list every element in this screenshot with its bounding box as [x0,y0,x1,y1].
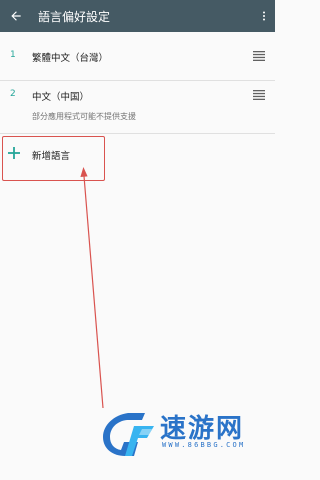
watermark-logo [103,413,154,456]
watermark-url: WWW.86BBG.COM [162,441,246,449]
watermark-brand: 速游网 [160,414,245,444]
